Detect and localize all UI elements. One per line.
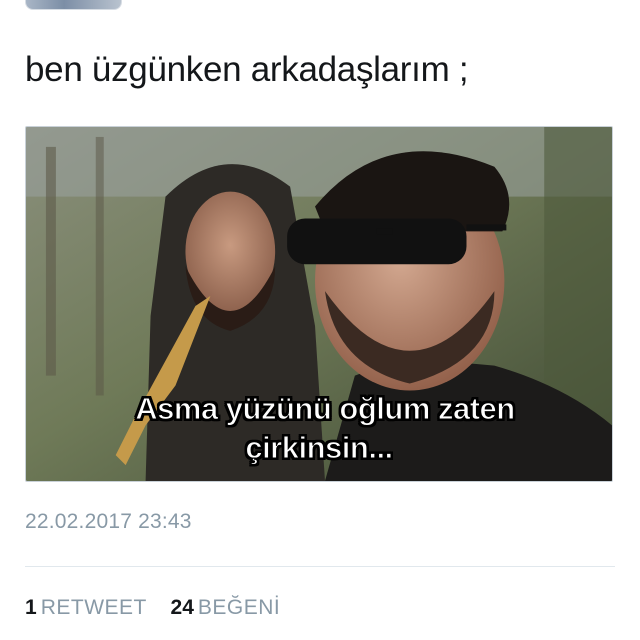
meme-caption-line1: Asma yüzünü oğlum zaten: [135, 391, 516, 427]
likes-stat[interactable]: 24 BEĞENİ: [171, 596, 281, 619]
tweet-detail-view: ben üzgünken arkadaşlarım ; Asma yüzünü …: [0, 0, 640, 640]
retweets-label: RETWEET: [40, 596, 147, 619]
tweet-stats: 1 RETWEET 24 BEĞENİ: [25, 596, 280, 620]
tweet-timestamp: 22.02.2017 23:43: [25, 510, 192, 533]
likes-label: BEĞENİ: [197, 596, 281, 619]
divider: [25, 566, 615, 567]
retweets-count: 1: [25, 596, 37, 619]
avatar[interactable]: [25, 0, 122, 10]
likes-count: 24: [170, 596, 194, 619]
retweets-stat[interactable]: 1 RETWEET: [25, 596, 153, 619]
tweet-media-image[interactable]: Asma yüzünü oğlum zaten çirkinsin...: [25, 126, 613, 482]
meme-photo: [26, 127, 612, 481]
sunglasses: [287, 218, 467, 265]
meme-caption-line2: çirkinsin...: [245, 430, 394, 466]
tweet-text: ben üzgünken arkadaşlarım ;: [25, 50, 469, 89]
